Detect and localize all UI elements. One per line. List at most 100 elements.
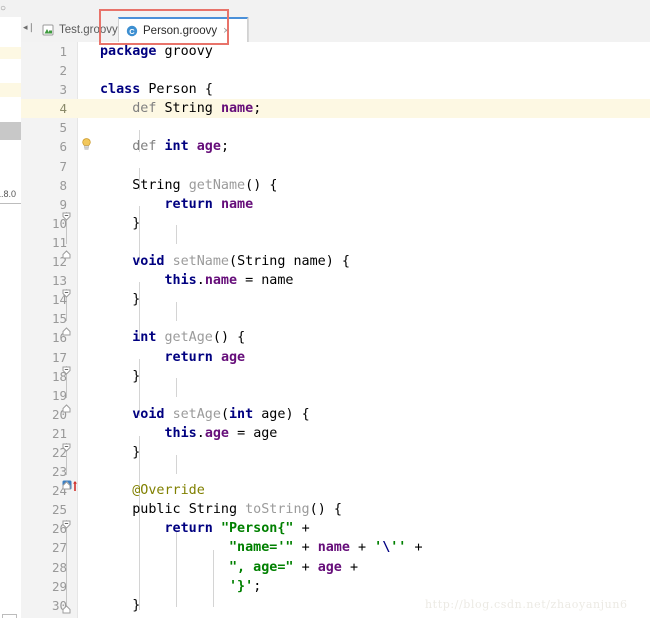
editor-tab-bar: ◂❘ Test.groovy × C Person.groovy × bbox=[21, 17, 650, 43]
groovy-file-icon bbox=[42, 24, 54, 36]
code-line[interactable]: 24 @Override bbox=[21, 481, 650, 500]
line-number: 10 bbox=[51, 215, 67, 231]
fold-marker-start-setage[interactable] bbox=[62, 443, 71, 452]
fold-marker-start-tostring[interactable] bbox=[62, 520, 71, 529]
code-line[interactable]: 20 void setAge(int age) { bbox=[21, 405, 650, 424]
code-line[interactable]: 17 return age bbox=[21, 348, 650, 367]
refresh-icon[interactable] bbox=[2, 614, 17, 618]
line-code[interactable]: class Person { bbox=[100, 80, 213, 99]
code-line[interactable]: 15 bbox=[21, 309, 650, 328]
line-code[interactable]: void setName(String name) { bbox=[100, 252, 350, 271]
code-line[interactable]: 22 } bbox=[21, 443, 650, 462]
tab-label: Person.groovy bbox=[143, 24, 218, 37]
line-code[interactable]: ", age=" + age + bbox=[100, 558, 358, 577]
line-number: 16 bbox=[51, 330, 67, 346]
line-code[interactable]: } bbox=[100, 443, 140, 462]
code-line[interactable]: 28 ", age=" + age + bbox=[21, 558, 650, 577]
code-line[interactable]: 2 bbox=[21, 61, 650, 80]
line-number: 7 bbox=[59, 158, 67, 174]
line-code[interactable]: def int age; bbox=[100, 137, 229, 156]
line-number: 4 bbox=[59, 101, 67, 117]
fold-marker-start-getage[interactable] bbox=[62, 366, 71, 375]
tab-label: Test.groovy bbox=[59, 23, 118, 36]
fold-marker-end-setname[interactable] bbox=[62, 327, 71, 336]
code-line[interactable]: 12 void setName(String name) { bbox=[21, 252, 650, 271]
fold-marker-end-tostring[interactable] bbox=[62, 605, 71, 614]
tab-person-groovy[interactable]: C Person.groovy × bbox=[118, 17, 248, 42]
line-code[interactable]: } bbox=[100, 214, 140, 233]
left-panel-marker-yellow bbox=[0, 47, 21, 59]
code-line[interactable]: 27 "name='" + name + '\'' + bbox=[21, 538, 650, 557]
line-number: 30 bbox=[51, 597, 67, 613]
code-line[interactable]: 7 bbox=[21, 157, 650, 176]
class-file-icon: C bbox=[126, 25, 138, 37]
watermark-text: http://blog.csdn.net/zhaoyanjun6 bbox=[425, 598, 628, 611]
code-line[interactable]: 4 def String name; bbox=[21, 99, 650, 119]
line-number: 14 bbox=[51, 292, 67, 308]
code-line[interactable]: 23 bbox=[21, 462, 650, 481]
sdk-version-label: 1.8.0 bbox=[0, 189, 17, 199]
code-line[interactable]: 14 } bbox=[21, 290, 650, 309]
fold-marker-end-getname[interactable] bbox=[62, 250, 71, 259]
fold-marker-start-setname[interactable] bbox=[62, 289, 71, 298]
left-panel-marker-yellow-2 bbox=[0, 83, 21, 97]
line-code[interactable]: '}'; bbox=[100, 577, 261, 596]
code-line[interactable]: 8 String getName() { bbox=[21, 176, 650, 195]
code-line[interactable]: 3 class Person { bbox=[21, 80, 650, 99]
line-number: 15 bbox=[51, 311, 67, 327]
line-number: 3 bbox=[59, 82, 67, 98]
tab-close-icon[interactable]: × bbox=[223, 25, 229, 36]
line-code[interactable]: "name='" + name + '\'' + bbox=[100, 538, 423, 557]
code-line[interactable]: 1 package groovy bbox=[21, 42, 650, 61]
left-panel-divider bbox=[0, 203, 21, 204]
line-code[interactable]: return "Person{" + bbox=[100, 519, 310, 538]
line-code[interactable]: int getAge() { bbox=[100, 328, 245, 347]
line-number: 6 bbox=[59, 139, 67, 155]
tab-scroll-arrow-icon[interactable]: ◂❘ bbox=[23, 22, 35, 33]
line-code[interactable]: @Override bbox=[100, 481, 205, 500]
code-editor[interactable]: 1 package groovy 2 3 class Person {4 def Str… bbox=[21, 42, 650, 618]
code-line[interactable]: 9 return name bbox=[21, 195, 650, 214]
code-line[interactable]: 16 int getAge() { bbox=[21, 328, 650, 347]
line-number: 24 bbox=[51, 483, 67, 499]
code-line[interactable]: 10 } bbox=[21, 214, 650, 233]
code-line[interactable]: 5 bbox=[21, 118, 650, 137]
line-number: 20 bbox=[51, 406, 67, 422]
line-code[interactable]: } bbox=[100, 596, 140, 615]
code-line[interactable]: 29 '}'; bbox=[21, 577, 650, 596]
line-code[interactable]: public String toString() { bbox=[100, 500, 342, 519]
code-line[interactable]: 13 this.name = name bbox=[21, 271, 650, 290]
left-tool-panel[interactable]: 1.8.0 bbox=[0, 17, 22, 618]
line-code[interactable]: String getName() { bbox=[100, 176, 277, 195]
fold-marker-start-getname[interactable] bbox=[62, 212, 71, 221]
fold-marker-end-getage[interactable] bbox=[62, 404, 71, 413]
code-line[interactable]: 21 this.age = age bbox=[21, 424, 650, 443]
lightbulb-icon[interactable] bbox=[81, 138, 92, 151]
line-code[interactable]: return name bbox=[100, 195, 254, 214]
tab-bar-empty-area bbox=[248, 17, 289, 42]
line-code[interactable]: package groovy bbox=[100, 42, 213, 61]
line-code[interactable]: } bbox=[100, 290, 140, 309]
code-line[interactable]: 25 public String toString() { bbox=[21, 500, 650, 519]
line-number: 9 bbox=[59, 196, 67, 212]
line-code[interactable]: def String name; bbox=[100, 99, 261, 118]
line-code[interactable]: } bbox=[100, 367, 140, 386]
code-line[interactable]: 6 def int age; bbox=[21, 137, 650, 156]
fold-marker-end-setage[interactable] bbox=[62, 481, 71, 490]
tab-test-groovy[interactable]: Test.groovy × bbox=[35, 17, 130, 42]
code-line[interactable]: 19 bbox=[21, 386, 650, 405]
code-line[interactable]: 11 bbox=[21, 233, 650, 252]
line-code[interactable]: this.age = age bbox=[100, 424, 278, 443]
line-number: 2 bbox=[59, 63, 67, 79]
line-number: 17 bbox=[51, 349, 67, 365]
line-code[interactable]: this.name = name bbox=[100, 271, 294, 290]
code-line[interactable]: 26 return "Person{" + bbox=[21, 519, 650, 538]
line-number: 5 bbox=[59, 120, 67, 136]
line-code[interactable]: void setAge(int age) { bbox=[100, 405, 309, 424]
line-number: 21 bbox=[51, 425, 67, 441]
line-code[interactable]: return age bbox=[100, 348, 246, 367]
line-number: 18 bbox=[51, 368, 67, 384]
line-number: 28 bbox=[51, 559, 67, 575]
line-number: 12 bbox=[51, 254, 67, 270]
code-line[interactable]: 18 } bbox=[21, 367, 650, 386]
